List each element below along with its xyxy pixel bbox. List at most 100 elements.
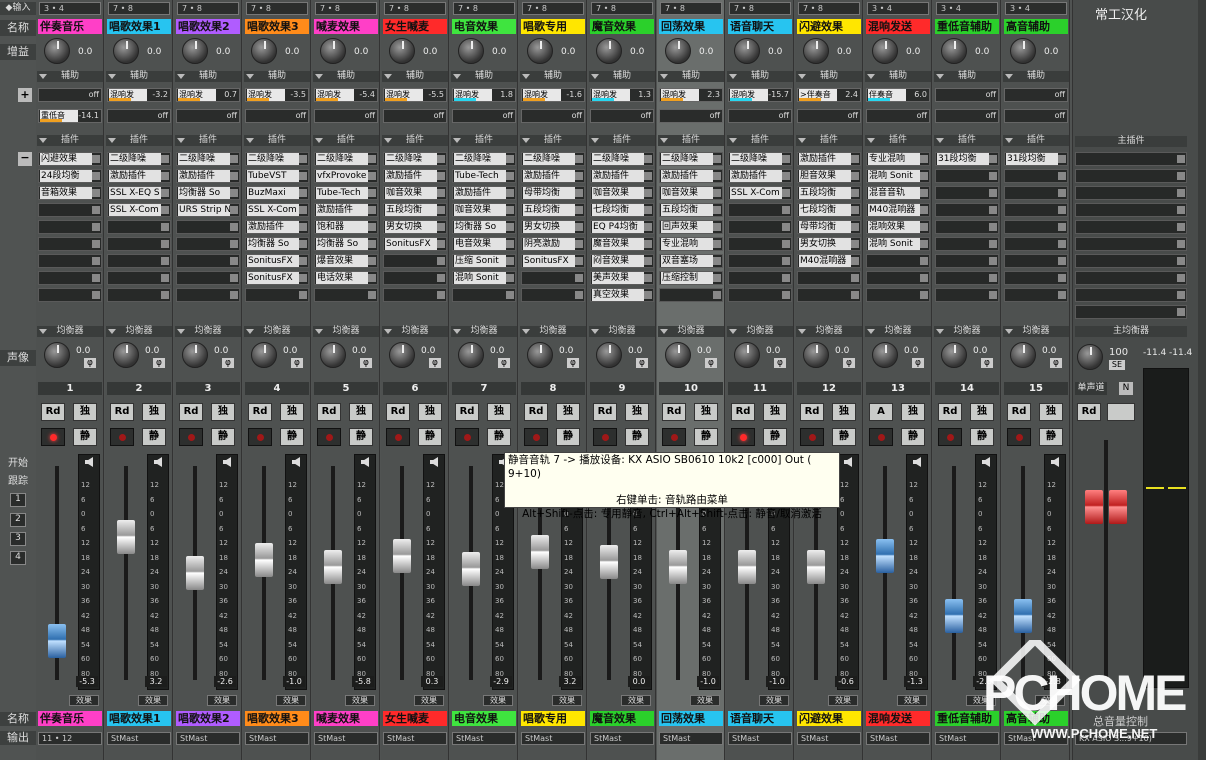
aux-header[interactable]: 辅助 xyxy=(796,71,862,82)
input-select[interactable]: 3 • 4 xyxy=(39,2,101,15)
master-plugin-slot[interactable] xyxy=(1075,237,1187,251)
track-name[interactable]: 高音辅助 xyxy=(1004,19,1068,34)
plugin-dropdown-icon[interactable] xyxy=(851,274,859,282)
plugin-dropdown-icon[interactable] xyxy=(1177,189,1185,197)
plugin-header[interactable]: 插件 xyxy=(106,135,172,146)
aux-header[interactable]: 辅助 xyxy=(451,71,517,82)
volume-fader[interactable] xyxy=(117,519,135,554)
master-link-button[interactable] xyxy=(1107,403,1135,421)
plugin-slot[interactable]: TubeVST xyxy=(245,169,309,183)
plugin-slot[interactable]: 压缩控制 xyxy=(659,271,723,285)
plugin-slot[interactable] xyxy=(728,288,792,302)
plugin-dropdown-icon[interactable] xyxy=(506,240,514,248)
volume-fader[interactable] xyxy=(738,549,756,584)
plugin-slot[interactable]: 七段均衡 xyxy=(797,203,861,217)
plugin-slot[interactable]: 激励插件 xyxy=(383,169,447,183)
plugin-slot[interactable]: 双音塞场 xyxy=(659,254,723,268)
fx-button[interactable]: 效果 xyxy=(621,695,651,706)
plugin-dropdown-icon[interactable] xyxy=(713,206,721,214)
phase-button[interactable]: φ xyxy=(912,358,924,368)
plugin-dropdown-icon[interactable] xyxy=(851,240,859,248)
track-name-bottom[interactable]: 混响发送 xyxy=(866,711,930,726)
plugin-header[interactable]: 插件 xyxy=(934,135,1000,146)
mute-button[interactable]: 静 xyxy=(625,428,649,446)
plugin-dropdown-icon[interactable] xyxy=(230,189,238,197)
track-name[interactable]: 伴奏音乐 xyxy=(38,19,102,34)
plugin-dropdown-icon[interactable] xyxy=(368,291,376,299)
plugin-dropdown-icon[interactable] xyxy=(299,274,307,282)
output-select[interactable]: StMast xyxy=(728,732,792,745)
plugin-slot[interactable] xyxy=(935,169,999,183)
eq-header[interactable]: 均衡器 xyxy=(865,326,931,337)
plugin-dropdown-icon[interactable] xyxy=(644,172,652,180)
solo-button[interactable]: 独 xyxy=(970,403,994,421)
speaker-icon[interactable] xyxy=(913,457,921,467)
pan-knob[interactable] xyxy=(803,342,829,368)
aux-send-2[interactable]: off xyxy=(452,109,516,123)
plugin-dropdown-icon[interactable] xyxy=(575,274,583,282)
plugin-dropdown-icon[interactable] xyxy=(1177,308,1185,316)
master-plugin-slot[interactable] xyxy=(1075,288,1187,302)
plugin-slot[interactable]: 七段均衡 xyxy=(590,203,654,217)
output-select[interactable]: 11 • 12 xyxy=(38,732,102,745)
plugin-dropdown-icon[interactable] xyxy=(506,155,514,163)
plugin-slot[interactable]: 男女切换 xyxy=(797,237,861,251)
track-name-bottom[interactable]: 语音聊天 xyxy=(728,711,792,726)
mute-button[interactable]: 静 xyxy=(763,428,787,446)
gain-knob[interactable] xyxy=(389,38,415,64)
output-select[interactable]: StMast xyxy=(245,732,309,745)
plugin-slot[interactable] xyxy=(1004,169,1068,183)
plugin-dropdown-icon[interactable] xyxy=(713,274,721,282)
track-name[interactable]: 语音聊天 xyxy=(728,19,792,34)
plugin-dropdown-icon[interactable] xyxy=(92,257,100,265)
gain-knob[interactable] xyxy=(596,38,622,64)
track-name[interactable]: 喊麦效果 xyxy=(314,19,378,34)
plugin-header[interactable]: 插件 xyxy=(1003,135,1069,146)
mute-button[interactable]: 静 xyxy=(832,428,856,446)
plugin-slot[interactable] xyxy=(1004,254,1068,268)
plugin-dropdown-icon[interactable] xyxy=(506,206,514,214)
volume-fader[interactable] xyxy=(669,549,687,584)
track-name[interactable]: 重低音辅助 xyxy=(935,19,999,34)
plugin-slot[interactable]: SSL X-Com xyxy=(245,203,309,217)
input-select[interactable]: 7 • 8 xyxy=(522,2,584,15)
solo-button[interactable]: 独 xyxy=(1039,403,1063,421)
plugin-dropdown-icon[interactable] xyxy=(161,172,169,180)
plugin-slot[interactable] xyxy=(866,254,930,268)
plugin-dropdown-icon[interactable] xyxy=(782,189,790,197)
solo-button[interactable]: 独 xyxy=(349,403,373,421)
gain-knob[interactable] xyxy=(734,38,760,64)
plugin-slot[interactable] xyxy=(935,237,999,251)
read-button[interactable]: Rd xyxy=(1007,403,1031,421)
mute-button[interactable]: 静 xyxy=(142,428,166,446)
plugin-dropdown-icon[interactable] xyxy=(92,189,100,197)
aux-send-1[interactable]: 混响发 -5.4 xyxy=(314,88,378,102)
plugin-dropdown-icon[interactable] xyxy=(230,206,238,214)
plugin-dropdown-icon[interactable] xyxy=(920,257,928,265)
plugin-slot[interactable] xyxy=(38,288,102,302)
plugin-dropdown-icon[interactable] xyxy=(1058,223,1066,231)
eq-header[interactable]: 均衡器 xyxy=(727,326,793,337)
phase-button[interactable]: φ xyxy=(153,358,165,368)
plugin-dropdown-icon[interactable] xyxy=(644,274,652,282)
plugin-slot[interactable] xyxy=(1004,288,1068,302)
plugin-dropdown-icon[interactable] xyxy=(782,291,790,299)
plugin-slot[interactable]: 激励插件 xyxy=(314,203,378,217)
plugin-dropdown-icon[interactable] xyxy=(920,155,928,163)
track-name[interactable]: 混响发送 xyxy=(866,19,930,34)
plugin-header[interactable]: 插件 xyxy=(244,135,310,146)
mute-button[interactable]: 静 xyxy=(349,428,373,446)
plugin-slot[interactable]: 爆音效果 xyxy=(314,254,378,268)
plugin-dropdown-icon[interactable] xyxy=(851,257,859,265)
plugin-dropdown-icon[interactable] xyxy=(644,257,652,265)
plugin-dropdown-icon[interactable] xyxy=(437,257,445,265)
output-select[interactable]: StMast xyxy=(797,732,861,745)
plugin-dropdown-icon[interactable] xyxy=(851,291,859,299)
plugin-dropdown-icon[interactable] xyxy=(644,291,652,299)
plugin-dropdown-icon[interactable] xyxy=(299,240,307,248)
plugin-dropdown-icon[interactable] xyxy=(161,257,169,265)
speaker-icon[interactable] xyxy=(154,457,162,467)
pan-knob[interactable] xyxy=(182,342,208,368)
volume-fader[interactable] xyxy=(600,545,618,580)
plugin-slot[interactable] xyxy=(107,288,171,302)
